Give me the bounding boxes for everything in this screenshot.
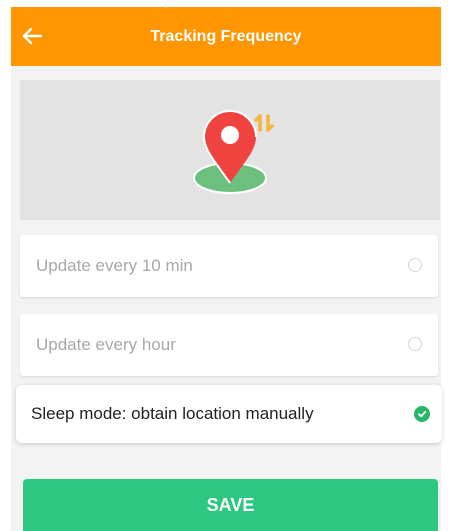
- option-every-hour[interactable]: Update every hour: [20, 314, 438, 376]
- up-down-arrows-icon: [254, 114, 274, 132]
- check-circle-icon: [414, 406, 430, 422]
- status-bar-clip: ty: [11, 0, 441, 8]
- right-margin: [441, 0, 452, 531]
- option-every-10-min[interactable]: Update every 10 min: [20, 235, 438, 297]
- location-pin-icon: [193, 110, 274, 194]
- option-label: Sleep mode: obtain location manually: [31, 404, 314, 423]
- page-title: Tracking Frequency: [150, 28, 302, 45]
- save-button[interactable]: SAVE: [23, 479, 438, 531]
- radio-unchecked-icon: [408, 337, 422, 351]
- left-margin: [0, 0, 11, 531]
- option-label: Update every hour: [36, 335, 176, 354]
- status-bar-text: ty: [161, 0, 171, 8]
- option-label: Update every 10 min: [36, 256, 193, 275]
- option-sleep-mode[interactable]: Sleep mode: obtain location manually: [16, 385, 442, 443]
- radio-unchecked-icon: [408, 258, 422, 272]
